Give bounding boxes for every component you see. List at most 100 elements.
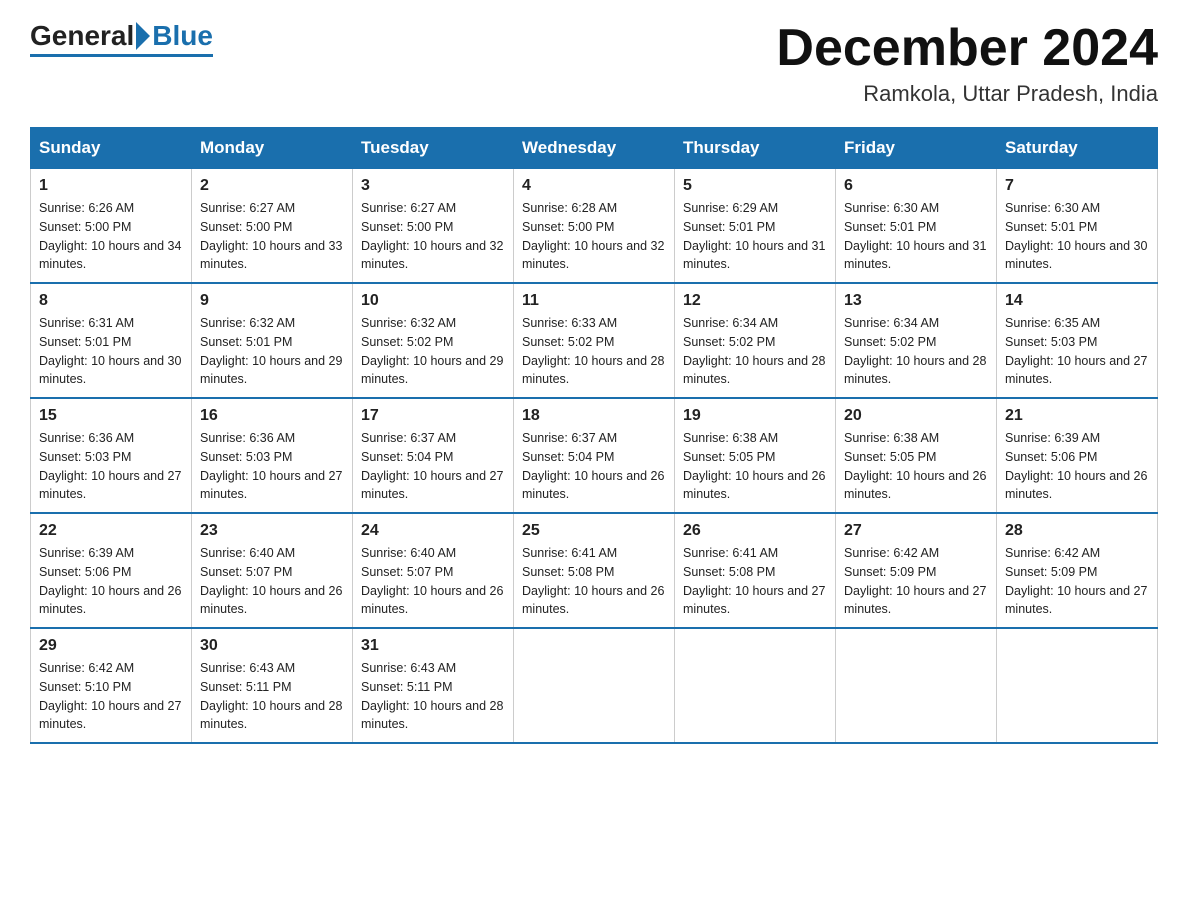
day-number: 4 [522, 177, 666, 195]
calendar-cell: 15 Sunrise: 6:36 AM Sunset: 5:03 PM Dayl… [31, 398, 192, 513]
calendar-cell: 28 Sunrise: 6:42 AM Sunset: 5:09 PM Dayl… [997, 513, 1158, 628]
calendar-cell: 4 Sunrise: 6:28 AM Sunset: 5:00 PM Dayli… [514, 169, 675, 284]
day-number: 8 [39, 292, 183, 310]
day-info: Sunrise: 6:32 AM Sunset: 5:01 PM Dayligh… [200, 314, 344, 389]
logo-general: General [30, 20, 134, 52]
calendar-week-1: 1 Sunrise: 6:26 AM Sunset: 5:00 PM Dayli… [31, 169, 1158, 284]
weekday-header-sunday: Sunday [31, 128, 192, 169]
day-number: 22 [39, 522, 183, 540]
day-number: 29 [39, 637, 183, 655]
logo: General Blue [30, 20, 213, 57]
calendar-week-3: 15 Sunrise: 6:36 AM Sunset: 5:03 PM Dayl… [31, 398, 1158, 513]
calendar-cell: 30 Sunrise: 6:43 AM Sunset: 5:11 PM Dayl… [192, 628, 353, 743]
day-info: Sunrise: 6:36 AM Sunset: 5:03 PM Dayligh… [200, 429, 344, 504]
day-number: 12 [683, 292, 827, 310]
calendar-cell [997, 628, 1158, 743]
day-info: Sunrise: 6:39 AM Sunset: 5:06 PM Dayligh… [1005, 429, 1149, 504]
calendar-week-4: 22 Sunrise: 6:39 AM Sunset: 5:06 PM Dayl… [31, 513, 1158, 628]
day-number: 6 [844, 177, 988, 195]
calendar-cell: 26 Sunrise: 6:41 AM Sunset: 5:08 PM Dayl… [675, 513, 836, 628]
day-number: 17 [361, 407, 505, 425]
day-info: Sunrise: 6:26 AM Sunset: 5:00 PM Dayligh… [39, 199, 183, 274]
day-number: 2 [200, 177, 344, 195]
calendar-cell: 5 Sunrise: 6:29 AM Sunset: 5:01 PM Dayli… [675, 169, 836, 284]
day-number: 16 [200, 407, 344, 425]
day-number: 11 [522, 292, 666, 310]
day-info: Sunrise: 6:39 AM Sunset: 5:06 PM Dayligh… [39, 544, 183, 619]
calendar-week-2: 8 Sunrise: 6:31 AM Sunset: 5:01 PM Dayli… [31, 283, 1158, 398]
calendar-cell: 19 Sunrise: 6:38 AM Sunset: 5:05 PM Dayl… [675, 398, 836, 513]
calendar-cell: 9 Sunrise: 6:32 AM Sunset: 5:01 PM Dayli… [192, 283, 353, 398]
calendar-body: 1 Sunrise: 6:26 AM Sunset: 5:00 PM Dayli… [31, 169, 1158, 744]
calendar-cell: 24 Sunrise: 6:40 AM Sunset: 5:07 PM Dayl… [353, 513, 514, 628]
weekday-header-tuesday: Tuesday [353, 128, 514, 169]
title-section: December 2024 Ramkola, Uttar Pradesh, In… [776, 20, 1158, 107]
day-number: 21 [1005, 407, 1149, 425]
day-number: 7 [1005, 177, 1149, 195]
month-title: December 2024 [776, 20, 1158, 77]
day-info: Sunrise: 6:38 AM Sunset: 5:05 PM Dayligh… [844, 429, 988, 504]
day-number: 15 [39, 407, 183, 425]
calendar-cell [675, 628, 836, 743]
weekday-header-thursday: Thursday [675, 128, 836, 169]
day-info: Sunrise: 6:30 AM Sunset: 5:01 PM Dayligh… [1005, 199, 1149, 274]
calendar-cell: 22 Sunrise: 6:39 AM Sunset: 5:06 PM Dayl… [31, 513, 192, 628]
calendar-cell: 6 Sunrise: 6:30 AM Sunset: 5:01 PM Dayli… [836, 169, 997, 284]
day-info: Sunrise: 6:40 AM Sunset: 5:07 PM Dayligh… [200, 544, 344, 619]
calendar-cell: 1 Sunrise: 6:26 AM Sunset: 5:00 PM Dayli… [31, 169, 192, 284]
calendar-cell: 17 Sunrise: 6:37 AM Sunset: 5:04 PM Dayl… [353, 398, 514, 513]
day-info: Sunrise: 6:30 AM Sunset: 5:01 PM Dayligh… [844, 199, 988, 274]
weekday-header-friday: Friday [836, 128, 997, 169]
calendar-cell: 23 Sunrise: 6:40 AM Sunset: 5:07 PM Dayl… [192, 513, 353, 628]
day-number: 10 [361, 292, 505, 310]
day-info: Sunrise: 6:32 AM Sunset: 5:02 PM Dayligh… [361, 314, 505, 389]
weekday-header-saturday: Saturday [997, 128, 1158, 169]
calendar-cell: 18 Sunrise: 6:37 AM Sunset: 5:04 PM Dayl… [514, 398, 675, 513]
calendar-cell: 20 Sunrise: 6:38 AM Sunset: 5:05 PM Dayl… [836, 398, 997, 513]
day-number: 31 [361, 637, 505, 655]
page-header: General Blue December 2024 Ramkola, Utta… [30, 20, 1158, 107]
day-info: Sunrise: 6:37 AM Sunset: 5:04 PM Dayligh… [522, 429, 666, 504]
day-info: Sunrise: 6:42 AM Sunset: 5:09 PM Dayligh… [844, 544, 988, 619]
day-info: Sunrise: 6:40 AM Sunset: 5:07 PM Dayligh… [361, 544, 505, 619]
day-info: Sunrise: 6:27 AM Sunset: 5:00 PM Dayligh… [361, 199, 505, 274]
day-number: 27 [844, 522, 988, 540]
day-info: Sunrise: 6:41 AM Sunset: 5:08 PM Dayligh… [683, 544, 827, 619]
day-number: 13 [844, 292, 988, 310]
calendar-week-5: 29 Sunrise: 6:42 AM Sunset: 5:10 PM Dayl… [31, 628, 1158, 743]
calendar-table: SundayMondayTuesdayWednesdayThursdayFrid… [30, 127, 1158, 744]
day-info: Sunrise: 6:43 AM Sunset: 5:11 PM Dayligh… [361, 659, 505, 734]
day-number: 14 [1005, 292, 1149, 310]
calendar-cell: 11 Sunrise: 6:33 AM Sunset: 5:02 PM Dayl… [514, 283, 675, 398]
day-number: 19 [683, 407, 827, 425]
day-number: 25 [522, 522, 666, 540]
day-info: Sunrise: 6:31 AM Sunset: 5:01 PM Dayligh… [39, 314, 183, 389]
calendar-cell [836, 628, 997, 743]
calendar-cell: 21 Sunrise: 6:39 AM Sunset: 5:06 PM Dayl… [997, 398, 1158, 513]
day-info: Sunrise: 6:27 AM Sunset: 5:00 PM Dayligh… [200, 199, 344, 274]
day-number: 20 [844, 407, 988, 425]
day-info: Sunrise: 6:37 AM Sunset: 5:04 PM Dayligh… [361, 429, 505, 504]
calendar-cell: 8 Sunrise: 6:31 AM Sunset: 5:01 PM Dayli… [31, 283, 192, 398]
calendar-cell [514, 628, 675, 743]
day-number: 23 [200, 522, 344, 540]
calendar-cell: 13 Sunrise: 6:34 AM Sunset: 5:02 PM Dayl… [836, 283, 997, 398]
day-info: Sunrise: 6:42 AM Sunset: 5:10 PM Dayligh… [39, 659, 183, 734]
calendar-cell: 14 Sunrise: 6:35 AM Sunset: 5:03 PM Dayl… [997, 283, 1158, 398]
calendar-cell: 27 Sunrise: 6:42 AM Sunset: 5:09 PM Dayl… [836, 513, 997, 628]
day-info: Sunrise: 6:41 AM Sunset: 5:08 PM Dayligh… [522, 544, 666, 619]
day-number: 26 [683, 522, 827, 540]
day-info: Sunrise: 6:36 AM Sunset: 5:03 PM Dayligh… [39, 429, 183, 504]
calendar-cell: 3 Sunrise: 6:27 AM Sunset: 5:00 PM Dayli… [353, 169, 514, 284]
calendar-cell: 25 Sunrise: 6:41 AM Sunset: 5:08 PM Dayl… [514, 513, 675, 628]
day-info: Sunrise: 6:34 AM Sunset: 5:02 PM Dayligh… [844, 314, 988, 389]
day-number: 30 [200, 637, 344, 655]
day-number: 1 [39, 177, 183, 195]
weekday-header-row: SundayMondayTuesdayWednesdayThursdayFrid… [31, 128, 1158, 169]
day-info: Sunrise: 6:28 AM Sunset: 5:00 PM Dayligh… [522, 199, 666, 274]
calendar-cell: 10 Sunrise: 6:32 AM Sunset: 5:02 PM Dayl… [353, 283, 514, 398]
day-number: 28 [1005, 522, 1149, 540]
day-info: Sunrise: 6:42 AM Sunset: 5:09 PM Dayligh… [1005, 544, 1149, 619]
day-number: 24 [361, 522, 505, 540]
day-info: Sunrise: 6:43 AM Sunset: 5:11 PM Dayligh… [200, 659, 344, 734]
